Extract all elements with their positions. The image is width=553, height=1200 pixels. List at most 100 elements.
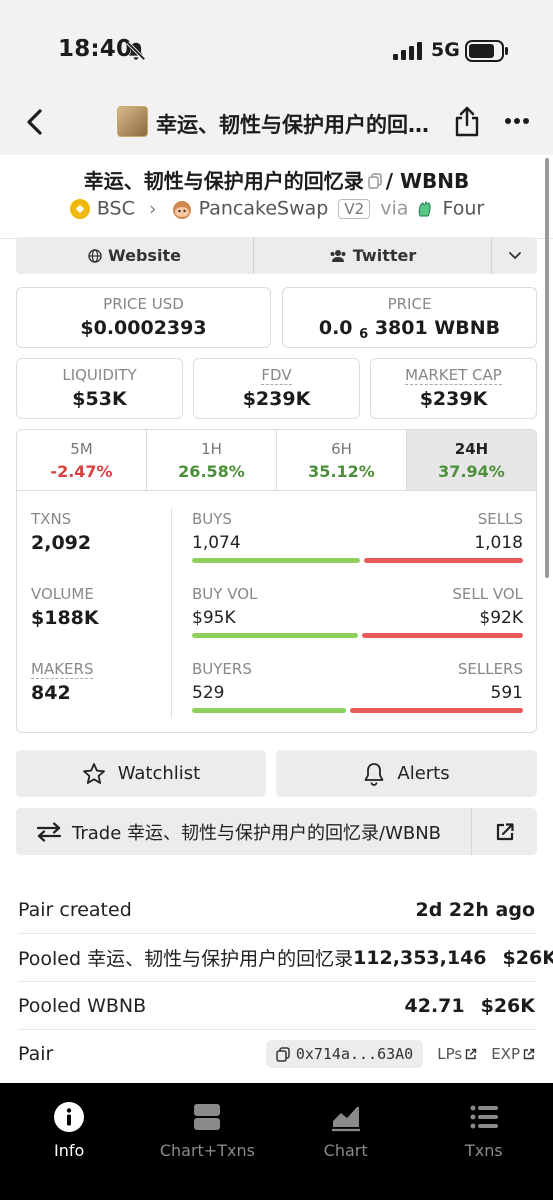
status-time: 18:40 [58,36,133,62]
pair-address-copy[interactable]: 0x714a...63A0 [265,1040,424,1068]
buyers-label: BUYERS [192,660,252,678]
fdv-value: $239K [242,388,311,410]
more-links-button[interactable] [492,237,537,274]
quote-token: / WBNB [385,169,470,193]
price-prefix: 0.0 [318,317,353,339]
volume-ratio: BUY VOL SELL VOL $95K $92K [192,585,523,638]
chain-label[interactable]: BSC [97,198,135,220]
pair-label: Pair [18,1043,54,1065]
external-link-icon [496,822,514,840]
mcap-label-wrap: MARKET CAP [371,366,536,385]
tab-6h[interactable]: 6H 35.12% [277,430,407,490]
chevron-right-icon: › [148,197,157,220]
bell-icon [364,762,384,786]
price-usd-label: PRICE USD [103,295,184,313]
swap-arrows-icon [36,821,62,842]
sell-bar [350,708,523,713]
share-icon[interactable] [453,105,481,137]
txns-metric: TXNS 2,092 [31,510,91,554]
signal-icon [393,42,422,60]
website-button[interactable]: Website [16,237,254,274]
trade-external-button[interactable] [473,808,537,855]
tab-label: Chart [323,1141,368,1160]
tf-label: 5M [70,440,93,458]
makers-label-wrap: MAKERS [31,660,94,679]
tab-txns[interactable]: Txns [415,1083,553,1200]
fdv-label-wrap: FDV [194,366,359,385]
twitter-label: Twitter [352,246,417,265]
tab-24h[interactable]: 24H 37.94% [407,430,536,490]
makers-metric[interactable]: MAKERS 842 [31,660,94,704]
battery-icon [465,40,508,62]
price-rest: 3801 WBNB [374,317,501,339]
volume-value: $188K [31,607,99,629]
tab-5m[interactable]: 5M -2.47% [17,430,147,490]
version-badge: V2 [338,198,371,219]
stats-panel: 5M -2.47% 1H 26.58% 6H 35.12% 24H 37.94%… [16,429,537,733]
copy-icon[interactable] [367,173,382,189]
network-label: 5G [431,39,460,61]
fdv-card[interactable]: FDV $239K [193,358,360,419]
txns-value: 2,092 [31,532,92,554]
pooled-token-amount: 112,353,146 [353,946,487,969]
price-usd-value: $0.0002393 [80,317,207,339]
mcap-card[interactable]: MARKET CAP $239K [370,358,537,419]
trade-bar: Trade 幸运、韧性与保护用户的回忆录/WBNB [16,808,537,855]
area-chart-icon [331,1107,360,1132]
pooled-token-usd: $26K [502,946,553,969]
tab-info[interactable]: Info [0,1083,138,1200]
exp-link[interactable]: EXP [491,1045,535,1063]
tab-label: Info [53,1141,85,1160]
trade-label: Trade 幸运、韧性与保护用户的回忆录/WBNB [72,822,442,844]
bell-muted-icon [126,41,146,61]
token-avatar [117,106,148,137]
token-name: 幸运、韧性与保护用户的回忆录 [83,169,364,193]
buy-bar [192,708,347,713]
tab-1h[interactable]: 1H 26.58% [147,430,277,490]
trade-button[interactable]: Trade 幸运、韧性与保护用户的回忆录/WBNB [16,808,472,855]
four-icon [419,200,432,216]
makers-value: 842 [31,682,71,704]
dex-label[interactable]: PancakeSwap [199,198,329,220]
pair-created-row: Pair created 2d 22h ago [18,886,535,934]
more-icon[interactable] [504,117,530,125]
buys-sells-bar [192,558,523,563]
makers-label: MAKERS [31,660,94,679]
txns-label: TXNS [31,510,72,528]
tab-chart-txns[interactable]: Chart+Txns [138,1083,276,1200]
alerts-label: Alerts [397,763,450,784]
buys-label: BUYS [192,510,232,528]
back-arrow-icon[interactable] [22,107,48,137]
watchlist-button[interactable]: Watchlist [16,750,266,797]
liquidity-label: LIQUIDITY [62,366,137,384]
sell-bar [362,633,523,638]
tf-change: -2.47% [50,462,113,481]
buys-value: 1,074 [192,533,241,553]
pooled-wbnb-amount: 42.71 [404,994,465,1017]
pair-created-label: Pair created [18,898,132,921]
buyers-sellers-ratio: BUYERS SELLERS 529 591 [192,660,523,713]
links-bar: Website Twitter [16,237,537,274]
scrollbar[interactable] [545,158,549,578]
launchpad-label[interactable]: Four [442,198,484,220]
price-native-value: 0.0 6 3801 WBNB [283,317,536,342]
pooled-wbnb-label: Pooled WBNB [18,994,147,1017]
alerts-button[interactable]: Alerts [276,750,537,797]
buy-vol-value: $95K [192,608,236,628]
info-icon [54,1102,85,1132]
chevron-down-icon [508,252,521,259]
buy-bar [192,633,359,638]
tab-chart[interactable]: Chart [277,1083,415,1200]
twitter-button[interactable]: Twitter [254,237,492,274]
lps-link[interactable]: LPs [437,1045,477,1063]
list-icon [470,1105,498,1129]
buy-vol-label: BUY VOL [192,585,258,603]
sells-label: SELLS [477,510,523,528]
tab-label: Chart+Txns [159,1141,255,1160]
watchlist-label: Watchlist [117,763,201,784]
buyers-bar [192,708,523,713]
tab-label: Txns [465,1141,503,1160]
pair-address: 0x714a...63A0 [295,1045,414,1063]
sellers-value: 591 [490,683,523,703]
fdv-label: FDV [261,366,292,385]
